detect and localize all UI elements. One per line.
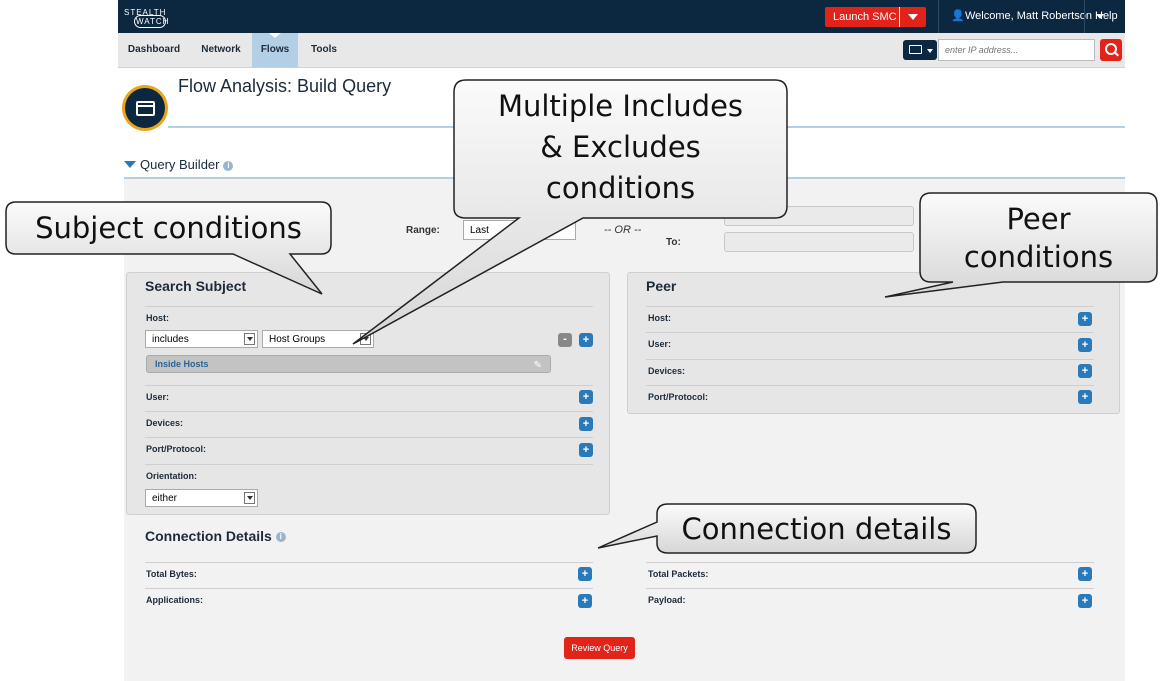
- remove-host-condition-button[interactable]: -: [558, 333, 572, 347]
- peer-host-label: Host:: [648, 313, 671, 323]
- add-host-condition-button[interactable]: +: [579, 333, 593, 347]
- add-total-bytes-button[interactable]: +: [578, 567, 592, 581]
- tab-dashboard[interactable]: Dashboard: [124, 33, 184, 67]
- add-port-condition-button[interactable]: +: [579, 443, 593, 457]
- range-select[interactable]: Last: [463, 220, 576, 240]
- top-bar: STEALTH WATCH Launch SMC 👤Welcome, Matt …: [118, 0, 1125, 33]
- add-applications-button[interactable]: +: [578, 594, 592, 608]
- row-divider: [145, 306, 593, 307]
- host-type-value: Host Groups: [269, 334, 326, 345]
- dropdown-arrow-icon: [244, 333, 255, 345]
- subject-devices-label: Devices:: [146, 418, 184, 428]
- subject-port-label: Port/Protocol:: [146, 444, 206, 454]
- logo-text-line2: WATCH: [136, 17, 170, 26]
- include-exclude-select[interactable]: includes: [145, 330, 258, 348]
- or-separator: -- OR --: [604, 224, 642, 236]
- monitor-selector-button[interactable]: [903, 40, 937, 60]
- orientation-select[interactable]: either: [145, 489, 258, 507]
- add-peer-devices-button[interactable]: +: [1078, 364, 1092, 378]
- query-builder-label: Query Builder: [140, 157, 220, 172]
- add-peer-host-button[interactable]: +: [1078, 312, 1092, 326]
- help-link[interactable]: Help: [1084, 0, 1118, 33]
- window-icon: [136, 101, 155, 116]
- search-icon-handle: [1114, 51, 1119, 57]
- row-divider: [646, 562, 1094, 563]
- orientation-value: either: [152, 493, 178, 504]
- total-packets-label: Total Packets:: [648, 569, 709, 579]
- peer-title: Peer: [646, 278, 677, 294]
- orientation-label: Orientation:: [146, 471, 197, 481]
- peer-devices-label: Devices:: [648, 366, 686, 376]
- applications-label: Applications:: [146, 595, 204, 605]
- row-divider: [145, 385, 593, 386]
- row-divider: [646, 588, 1094, 589]
- add-payload-button[interactable]: +: [1078, 594, 1092, 608]
- from-date-field[interactable]: [724, 206, 914, 226]
- host-group-tag-label: Inside Hosts: [155, 359, 209, 369]
- connection-details-title: Connection Details i: [145, 528, 286, 544]
- dropdown-arrow-icon: [244, 492, 255, 504]
- query-builder-toggle[interactable]: Query Builder i: [124, 157, 234, 172]
- row-divider: [646, 332, 1094, 333]
- info-icon[interactable]: i: [223, 160, 234, 171]
- host-group-tag[interactable]: Inside Hosts ✎: [146, 355, 551, 373]
- row-divider: [145, 437, 593, 438]
- row-divider: [145, 464, 593, 465]
- stealthwatch-logo[interactable]: STEALTH WATCH: [124, 6, 176, 28]
- subject-host-label: Host:: [146, 313, 169, 323]
- title-divider: [168, 126, 1125, 128]
- add-user-condition-button[interactable]: +: [579, 390, 593, 404]
- include-exclude-value: includes: [152, 334, 189, 345]
- flow-analysis-icon-inner: [125, 88, 165, 128]
- peer-user-label: User:: [648, 339, 672, 349]
- range-select-value: Last: [470, 225, 489, 236]
- tab-tools[interactable]: Tools: [304, 33, 344, 67]
- subject-user-label: User:: [146, 392, 170, 402]
- user-menu[interactable]: 👤Welcome, Matt Robertson: [938, 0, 1104, 33]
- nav-bar: Dashboard Network Flows Tools: [118, 33, 1125, 68]
- tab-flows[interactable]: Flows: [252, 33, 298, 67]
- row-divider: [145, 562, 593, 563]
- launch-smc-button[interactable]: Launch SMC: [825, 7, 906, 27]
- add-total-packets-button[interactable]: +: [1078, 567, 1092, 581]
- launch-smc-dropdown-button[interactable]: [899, 7, 926, 27]
- row-divider: [145, 411, 593, 412]
- peer-port-label: Port/Protocol:: [648, 392, 708, 402]
- host-type-select[interactable]: Host Groups: [262, 330, 374, 348]
- review-query-button[interactable]: Review Query: [564, 637, 635, 659]
- row-divider: [145, 588, 593, 589]
- info-icon[interactable]: i: [275, 532, 286, 543]
- range-label: Range:: [406, 225, 440, 236]
- search-subject-panel: [126, 272, 610, 515]
- triangle-down-icon: [124, 161, 136, 168]
- add-peer-port-button[interactable]: +: [1078, 390, 1092, 404]
- tab-network[interactable]: Network: [197, 33, 245, 67]
- monitor-icon: [909, 45, 922, 54]
- payload-label: Payload:: [648, 595, 686, 605]
- flow-analysis-icon: [122, 85, 168, 131]
- add-peer-user-button[interactable]: +: [1078, 338, 1092, 352]
- row-divider: [646, 306, 1094, 307]
- page-title: Flow Analysis: Build Query: [178, 76, 392, 96]
- ip-search-input[interactable]: [938, 39, 1095, 61]
- dropdown-arrow-icon: [360, 333, 371, 345]
- pencil-icon[interactable]: ✎: [534, 358, 542, 374]
- add-devices-condition-button[interactable]: +: [579, 417, 593, 431]
- welcome-label: Welcome, Matt Robertson: [965, 10, 1092, 22]
- row-divider: [646, 359, 1094, 360]
- total-bytes-label: Total Bytes:: [146, 569, 197, 579]
- search-button[interactable]: [1100, 39, 1122, 61]
- row-divider: [646, 385, 1094, 386]
- search-subject-title: Search Subject: [145, 278, 247, 294]
- user-icon: 👤: [951, 10, 965, 22]
- to-label: To:: [666, 237, 681, 248]
- to-date-field[interactable]: [724, 232, 914, 252]
- chevron-down-icon: [927, 49, 933, 53]
- connection-details-label: Connection Details: [145, 528, 272, 544]
- stealthwatch-app: STEALTH WATCH Launch SMC 👤Welcome, Matt …: [118, 0, 1125, 681]
